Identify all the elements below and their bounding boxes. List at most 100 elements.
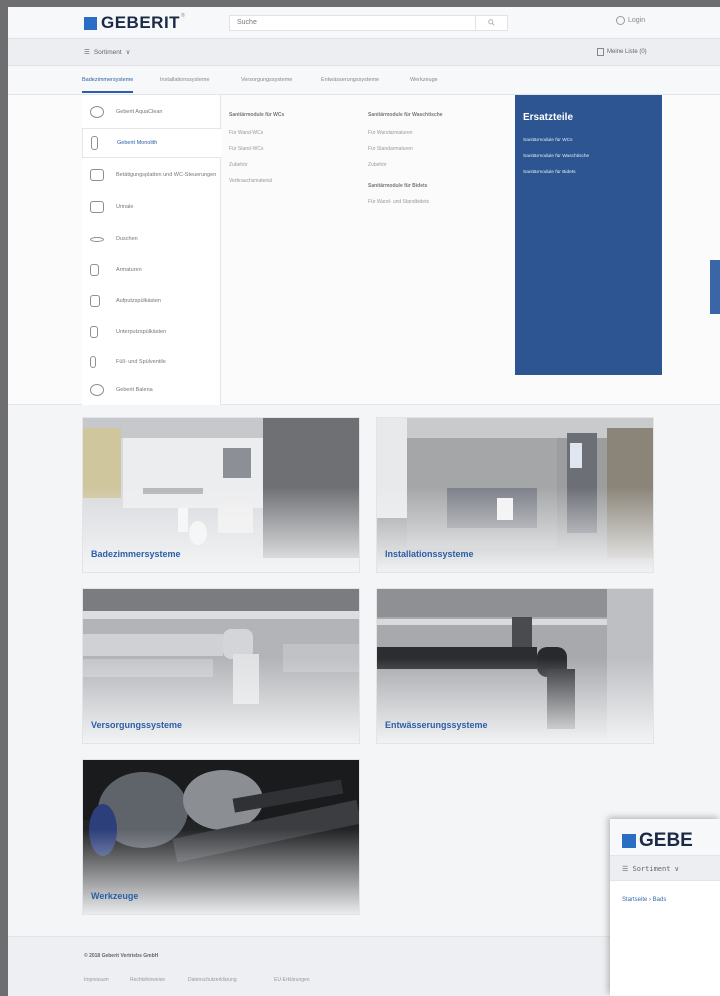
tile-label: Entwässerungssysteme <box>385 720 488 730</box>
category-label: Betätigungsplatten und WC-Steuerungen <box>116 171 217 178</box>
overlay-sortiment-label: Sortiment ∨ <box>632 865 679 873</box>
category-label: Aufputzspülkästen <box>116 297 161 304</box>
menu-link[interactable]: Verbrauchsmaterial <box>229 178 272 184</box>
overlay-window: GEBE ☰ Sortiment ∨ Startseite › Bads <box>610 819 720 996</box>
overlay-logo[interactable]: GEBE <box>622 830 693 852</box>
list-icon <box>597 48 604 56</box>
tile-fade <box>377 487 653 572</box>
tab-installationssysteme[interactable]: Installationssysteme <box>160 77 210 83</box>
category-label: Urinale <box>116 203 134 210</box>
hamburger-icon: ☰ <box>622 865 633 873</box>
merkliste-label: Meine Liste (0) <box>607 49 647 55</box>
monolith-icon <box>91 136 98 150</box>
urinal-icon <box>90 201 104 213</box>
logo-text: GEBERIT <box>101 13 181 32</box>
tile-fade <box>83 829 359 914</box>
tile-badezimmersysteme[interactable]: Badezimmersysteme <box>82 417 360 573</box>
menu-link[interactable]: Für Wand- und Standbidets <box>368 199 429 205</box>
login-label: Login <box>628 17 646 24</box>
footer-link-datenschutz[interactable]: Datenschutzerklärung <box>188 977 237 983</box>
tile-label: Badezimmersysteme <box>91 549 181 559</box>
tile-label: Werkzeuge <box>91 891 139 901</box>
feedback-side-tab[interactable] <box>710 260 720 314</box>
tile-fade <box>83 658 359 743</box>
copyright-text: © 2018 Geberit Vertriebs GmbH <box>84 953 159 959</box>
menu-link[interactable]: Zubehör <box>368 162 387 168</box>
sortiment-menu-button[interactable]: ☰ Sortiment ∨ <box>84 48 131 57</box>
tile-installationssysteme[interactable]: Installationssysteme <box>376 417 654 573</box>
faucet-icon <box>90 264 99 276</box>
tile-fade <box>83 487 359 572</box>
valve-icon <box>90 356 96 368</box>
sub-bar: ☰ Sortiment ∨ Meine Liste (0) <box>8 38 720 66</box>
shower-drain-icon <box>90 236 104 242</box>
tile-fade <box>377 658 653 743</box>
overlay-breadcrumb[interactable]: Startseite › Bads <box>622 897 666 903</box>
tab-werkzeuge[interactable]: Werkzeuge <box>410 77 438 83</box>
tab-badezimmersysteme[interactable]: Badezimmersysteme <box>82 77 134 93</box>
tile-entwaesserungssysteme[interactable]: Entwässerungssysteme <box>376 588 654 744</box>
column-heading[interactable]: Sanitärmodule für WCs <box>229 112 284 118</box>
search-icon <box>488 19 495 26</box>
menu-link[interactable]: Für Standarmaturen <box>368 146 413 152</box>
column-heading[interactable]: Sanitärmodule für Bidets <box>368 183 427 189</box>
menu-link[interactable]: Für Wandarmaturen <box>368 130 413 136</box>
tile-versorgungssysteme[interactable]: Versorgungssysteme <box>82 588 360 744</box>
menu-link[interactable]: Für Wand-WCs <box>229 130 263 136</box>
footer-link-impressum[interactable]: Impressum <box>84 977 109 983</box>
menu-link[interactable]: Zubehör <box>229 162 248 168</box>
ersatzteile-link[interactable]: Sanitärmodule für WCs <box>523 138 573 143</box>
category-aufputzspuelkaesten[interactable]: Aufputzspülkästen <box>82 286 221 316</box>
footer-link-rechtshinweise[interactable]: Rechtshinweise <box>130 977 165 983</box>
category-label: Füll- und Spülventile <box>116 358 166 365</box>
hamburger-icon: ☰ <box>84 49 90 56</box>
footer-link-eu-erklaerungen[interactable]: EU-Erklärungen <box>274 977 310 983</box>
tab-versorgungssysteme[interactable]: Versorgungssysteme <box>241 77 292 83</box>
category-betaetigungsplatten[interactable]: Betätigungsplatten und WC-Steuerungen <box>82 160 221 190</box>
cistern-icon <box>90 295 100 307</box>
user-icon <box>616 16 625 25</box>
ersatzteile-link[interactable]: Sanitärmodule für Bidets <box>523 170 576 175</box>
tile-werkzeuge[interactable]: Werkzeuge <box>82 759 360 915</box>
logo-registered-mark: ® <box>181 13 185 19</box>
toilet-icon <box>90 384 104 396</box>
overlay-sub-bar: ☰ Sortiment ∨ <box>610 855 720 881</box>
sortiment-label: Sortiment <box>93 48 122 56</box>
ersatzteile-link[interactable]: Sanitärmodule für Waschtische <box>523 154 589 159</box>
tile-label: Versorgungssysteme <box>91 720 183 730</box>
concealed-cistern-icon <box>90 326 98 338</box>
top-bar: GEBERIT ® Suche Login <box>8 7 720 37</box>
chevron-down-icon: ∨ <box>125 49 131 56</box>
category-urinale[interactable]: Urinale <box>82 192 221 222</box>
flush-plate-icon <box>90 169 104 181</box>
search-input[interactable]: Suche <box>229 15 508 31</box>
overlay-top-bar: GEBE <box>610 819 720 855</box>
search-button[interactable] <box>475 15 507 31</box>
category-unterputzspuelkaesten[interactable]: Unterputzspülkästen <box>82 317 221 347</box>
column-heading[interactable]: Sanitärmodule für Waschtische <box>368 112 443 118</box>
ersatzteile-title: Ersatzteile <box>523 112 574 123</box>
category-tabs: Badezimmersysteme Installationssysteme V… <box>8 67 720 95</box>
overlay-logo-text: GEBE <box>639 830 693 851</box>
toilet-icon <box>90 106 104 118</box>
merkliste-link[interactable]: Meine Liste (0) <box>597 48 647 56</box>
menu-link[interactable]: Für Stand-WCs <box>229 146 263 152</box>
overlay-sortiment-button[interactable]: ☰ Sortiment ∨ <box>622 865 679 873</box>
category-fuell-und-spuelventile[interactable]: Füll- und Spülventile <box>82 347 221 377</box>
mega-menu: Geberit AquaClean Geberit Monolith Betät… <box>8 95 720 405</box>
tile-label: Installationssysteme <box>385 549 474 559</box>
category-label: Unterputzspülkästen <box>116 328 167 335</box>
category-geberit-aquaclean[interactable]: Geberit AquaClean <box>82 97 221 127</box>
category-duschen[interactable]: Duschen <box>82 224 221 254</box>
category-geberit-monolith[interactable]: Geberit Monolith <box>82 128 222 158</box>
category-label: Geberit AquaClean <box>116 108 163 115</box>
category-label: Geberit Balena <box>116 386 153 393</box>
category-list: Geberit AquaClean Geberit Monolith Betät… <box>82 95 222 405</box>
logo-square-icon <box>622 834 636 848</box>
category-armaturen[interactable]: Armaturen <box>82 255 221 285</box>
logo-square-icon <box>84 16 97 30</box>
login-link[interactable]: Login <box>616 16 645 25</box>
geberit-logo[interactable]: GEBERIT ® <box>84 13 185 33</box>
category-geberit-balena[interactable]: Geberit Balena <box>82 375 221 405</box>
tab-entwaesserungssysteme[interactable]: Entwässerungssysteme <box>321 77 379 83</box>
